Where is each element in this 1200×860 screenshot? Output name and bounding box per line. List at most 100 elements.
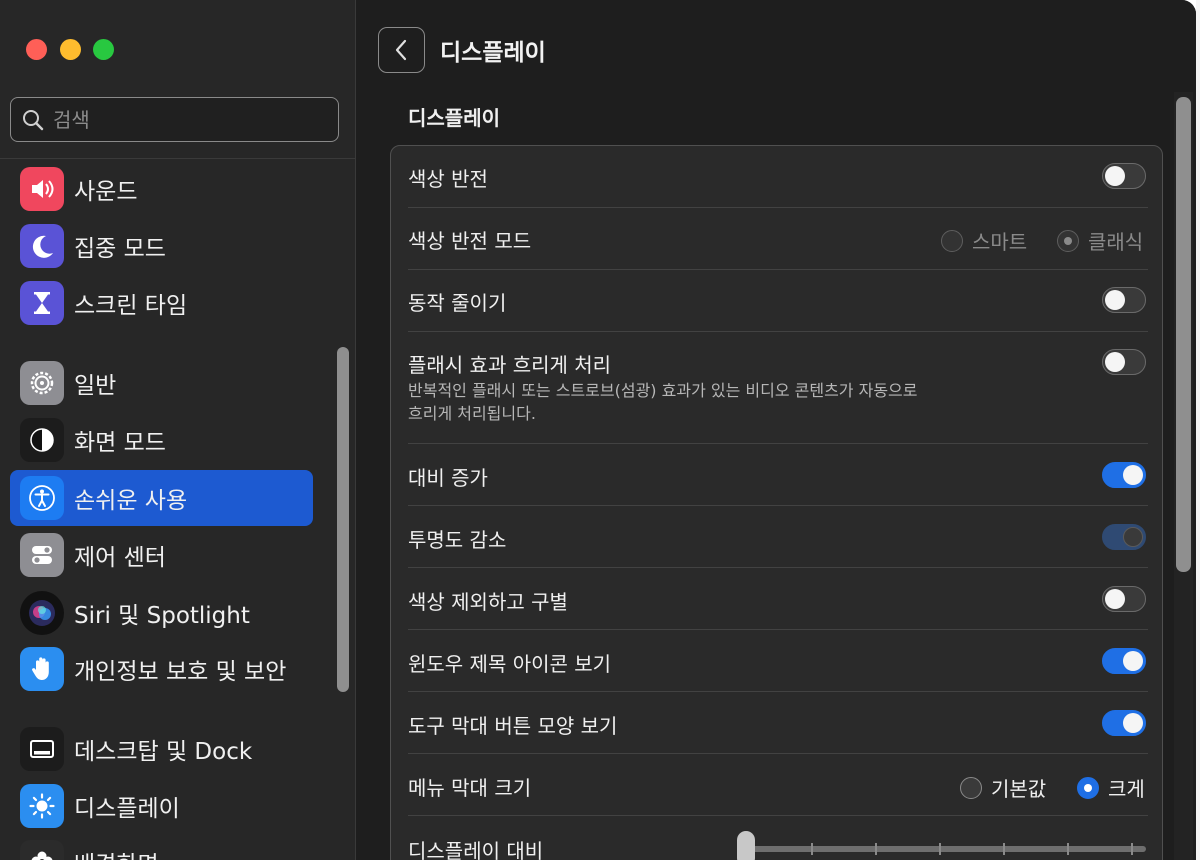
- slider-tick: [1131, 843, 1133, 855]
- brightness-icon: [20, 784, 64, 828]
- sidebar-item-label: Siri 및 Spotlight: [74, 603, 250, 629]
- sidebar-item-desktop-dock[interactable]: 데스크탑 및 Dock: [10, 721, 313, 777]
- radio-label: 스마트: [972, 230, 1028, 254]
- sidebar-item-label: 스크린 타임: [74, 293, 188, 319]
- sidebar-item-label: 배경화면: [74, 845, 159, 860]
- menu-bar-size-label: 메뉴 막대 크기: [408, 776, 532, 800]
- differentiate-without-color-toggle[interactable]: [1102, 586, 1146, 612]
- menu-bar-size-large-radio[interactable]: 크게: [1077, 773, 1145, 802]
- reduce-transparency-label: 투명도 감소: [408, 528, 507, 552]
- radio-label: 클래식: [1088, 230, 1144, 254]
- radio-label: 기본값: [991, 777, 1047, 801]
- dim-flashing-description-line1: 반복적인 플래시 또는 스트로브(섬광) 효과가 있는 비디오 콘텐츠가 자동으…: [408, 381, 918, 400]
- radio-label: 크게: [1108, 777, 1145, 801]
- invert-colors-toggle[interactable]: [1102, 163, 1146, 189]
- dim-flashing-description-line2: 흐리게 처리됩니다.: [408, 404, 536, 423]
- invert-colors-label: 색상 반전: [408, 167, 488, 191]
- sidebar-item-appearance[interactable]: 화면 모드: [10, 412, 313, 468]
- sidebar-item-wallpaper[interactable]: 배경화면: [10, 834, 313, 860]
- dim-flashing-toggle[interactable]: [1102, 349, 1146, 375]
- sidebar-item-screen-time[interactable]: 스크린 타임: [10, 275, 313, 331]
- minimize-window-button[interactable]: [60, 39, 81, 60]
- slider-tick: [939, 843, 941, 855]
- row-divider: [408, 815, 1148, 816]
- toolbar-button-shapes-label: 도구 막대 버튼 모양 보기: [408, 714, 618, 738]
- desktop-background: [1196, 0, 1200, 860]
- speaker-icon: [20, 167, 64, 211]
- sidebar-item-label: 집중 모드: [74, 236, 166, 262]
- row-divider: [408, 629, 1148, 630]
- zoom-window-button[interactable]: [93, 39, 114, 60]
- invert-mode-label: 색상 반전 모드: [408, 229, 532, 253]
- differentiate-without-color-label: 색상 제외하고 구별: [408, 590, 568, 614]
- main-scrollbar[interactable]: [1176, 97, 1191, 572]
- search-field[interactable]: [10, 97, 339, 142]
- sidebar-item-label: 일반: [74, 373, 117, 399]
- toolbar-button-shapes-toggle[interactable]: [1102, 710, 1146, 736]
- reduce-transparency-toggle[interactable]: [1102, 524, 1146, 550]
- sidebar-item-accessibility[interactable]: 손쉬운 사용: [10, 470, 313, 526]
- main-content: 디스플레이 디스플레이 색상 반전 색상 반전 모드 스마트 클래식 동작 줄이…: [357, 0, 1196, 860]
- search-input[interactable]: [53, 107, 323, 132]
- row-divider: [408, 207, 1148, 208]
- sidebar-item-label: 손쉬운 사용: [74, 488, 188, 514]
- hourglass-icon: [20, 281, 64, 325]
- reduce-motion-label: 동작 줄이기: [408, 291, 507, 315]
- row-divider: [408, 691, 1148, 692]
- flower-icon: [20, 840, 64, 860]
- sidebar-item-label: 제어 센터: [74, 545, 166, 571]
- row-divider: [408, 505, 1148, 506]
- window-title-icons-toggle[interactable]: [1102, 648, 1146, 674]
- accessibility-icon: [20, 476, 64, 520]
- slider-tick: [1003, 843, 1005, 855]
- sidebar-item-label: 화면 모드: [74, 430, 166, 456]
- dock-icon: [20, 727, 64, 771]
- slider-tick: [1067, 843, 1069, 855]
- hand-icon: [20, 647, 64, 691]
- sidebar-scrollbar[interactable]: [337, 347, 349, 692]
- control-center-icon: [20, 533, 64, 577]
- sidebar-item-label: 데스크탑 및 Dock: [74, 739, 253, 765]
- close-window-button[interactable]: [26, 39, 47, 60]
- menu-bar-size-default-radio[interactable]: 기본값: [960, 773, 1046, 802]
- dim-flashing-label: 플래시 효과 흐리게 처리: [408, 353, 612, 377]
- row-divider: [408, 269, 1148, 270]
- sidebar-item-label: 사운드: [74, 179, 138, 205]
- sidebar: 사운드 집중 모드 스크린 타임: [0, 0, 356, 860]
- reduce-motion-toggle[interactable]: [1102, 287, 1146, 313]
- sidebar-item-label: 디스플레이: [74, 796, 180, 822]
- row-divider: [408, 331, 1148, 332]
- search-icon: [23, 109, 44, 130]
- increase-contrast-toggle[interactable]: [1102, 462, 1146, 488]
- row-divider: [408, 567, 1148, 568]
- chevron-left-icon: [395, 39, 406, 61]
- section-title: 디스플레이: [408, 106, 500, 130]
- settings-window: 사운드 집중 모드 스크린 타임: [0, 0, 1196, 860]
- window-title-icons-label: 윈도우 제목 아이콘 보기: [408, 652, 612, 676]
- slider-tick: [875, 843, 877, 855]
- gear-icon: [20, 361, 64, 405]
- moon-icon: [20, 224, 64, 268]
- siri-icon: [20, 591, 64, 635]
- sidebar-item-label: 개인정보 보호 및 보안: [74, 659, 287, 685]
- sidebar-item-displays[interactable]: 디스플레이: [10, 778, 313, 834]
- sidebar-item-general[interactable]: 일반: [10, 355, 313, 411]
- invert-mode-smart-radio[interactable]: 스마트: [941, 226, 1027, 255]
- increase-contrast-label: 대비 증가: [408, 466, 488, 490]
- invert-mode-classic-radio[interactable]: 클래식: [1057, 226, 1143, 255]
- display-settings-panel: 색상 반전 색상 반전 모드 스마트 클래식 동작 줄이기 플래시 효과 흐리게…: [390, 145, 1163, 860]
- display-contrast-label: 디스플레이 대비: [408, 839, 544, 860]
- display-contrast-slider-thumb[interactable]: [737, 831, 755, 860]
- row-divider: [408, 753, 1148, 754]
- sidebar-item-sound[interactable]: 사운드: [10, 161, 313, 217]
- sidebar-item-siri-spotlight[interactable]: Siri 및 Spotlight: [10, 585, 313, 641]
- sidebar-divider: [0, 158, 356, 159]
- page-title: 디스플레이: [440, 40, 546, 66]
- sidebar-item-focus[interactable]: 집중 모드: [10, 218, 313, 274]
- appearance-icon: [20, 418, 64, 462]
- slider-tick: [811, 843, 813, 855]
- sidebar-item-privacy-security[interactable]: 개인정보 보호 및 보안: [10, 641, 313, 697]
- sidebar-item-control-center[interactable]: 제어 센터: [10, 527, 313, 583]
- back-button[interactable]: [378, 27, 425, 73]
- display-contrast-slider-track[interactable]: [746, 846, 1146, 852]
